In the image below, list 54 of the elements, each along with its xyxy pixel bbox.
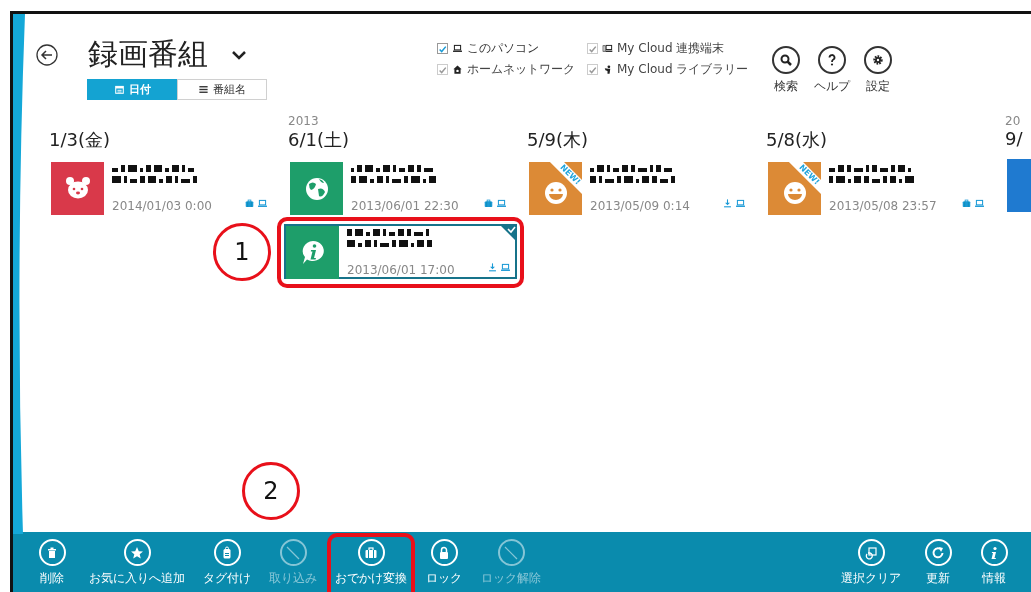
date-heading: 1/3(金) bbox=[49, 128, 111, 152]
year-label: 2013 bbox=[288, 114, 319, 128]
briefcase-icon bbox=[961, 198, 972, 209]
house-icon bbox=[452, 64, 463, 75]
briefcase-button[interactable]: おでかけ変換 bbox=[331, 539, 411, 587]
download-icon bbox=[722, 198, 733, 209]
laptop-icon bbox=[735, 198, 746, 209]
check-icon bbox=[499, 224, 517, 242]
info-button[interactable]: 情報 bbox=[971, 539, 1017, 587]
figure-icon bbox=[602, 64, 613, 75]
sort-tab[interactable]: 番組名 bbox=[177, 79, 267, 100]
briefcase-icon bbox=[244, 198, 255, 209]
date-heading: 6/1(土) bbox=[288, 128, 350, 152]
callout-number: 1 bbox=[213, 223, 271, 281]
laptop-phone-icon bbox=[602, 43, 613, 54]
date-heading: 9/ bbox=[1005, 128, 1024, 149]
undo-square-icon bbox=[863, 544, 879, 561]
date-heading: 5/9(木) bbox=[527, 128, 589, 152]
tag-button[interactable]: タグ付け bbox=[199, 539, 255, 587]
lock-button[interactable]: ロック bbox=[421, 539, 467, 587]
help-button[interactable]: ヘルプ bbox=[814, 46, 851, 95]
laptop-icon bbox=[496, 198, 507, 209]
source-label: My Cloud ライブラリー bbox=[617, 61, 749, 78]
briefcase-icon bbox=[363, 544, 379, 561]
trash-button[interactable]: 削除 bbox=[29, 539, 75, 587]
recording-date: 2013/05/09 0:14 bbox=[590, 199, 690, 213]
recording-date: 2013/06/01 22:30 bbox=[351, 199, 459, 213]
laptop-icon bbox=[257, 198, 268, 209]
source-label: My Cloud 連携端末 bbox=[617, 40, 725, 57]
download-icon bbox=[487, 262, 498, 273]
briefcase-icon bbox=[483, 198, 494, 209]
recording-date: 2014/01/03 0:00 bbox=[112, 199, 212, 213]
clear-button[interactable]: 選択クリア bbox=[837, 539, 905, 587]
year-label: 20 bbox=[1005, 114, 1021, 128]
source-label: このパソコン bbox=[467, 40, 539, 57]
source-checkbox[interactable] bbox=[437, 43, 448, 54]
page-title: 録画番組 bbox=[88, 35, 208, 73]
recording-date: 2013/05/08 23:57 bbox=[829, 199, 937, 213]
star-button[interactable]: お気に入りへ追加 bbox=[85, 539, 189, 587]
refresh-button[interactable]: 更新 bbox=[915, 539, 961, 587]
sort-tab[interactable]: 日付 bbox=[87, 79, 177, 100]
callout-number: 2 bbox=[242, 462, 300, 520]
back-button[interactable] bbox=[36, 43, 58, 66]
laptop-icon bbox=[974, 198, 985, 209]
recording-date: 2013/06/01 17:00 bbox=[347, 263, 455, 277]
date-heading: 5/8(水) bbox=[766, 128, 828, 152]
chevron-down-icon[interactable] bbox=[230, 48, 248, 61]
list-icon bbox=[198, 84, 209, 95]
calendar-icon bbox=[113, 84, 125, 95]
laptop-icon bbox=[452, 43, 463, 54]
source-label: ホームネットワーク bbox=[467, 61, 575, 78]
laptop-icon bbox=[500, 262, 511, 273]
recording-tile[interactable]: 2013/06/01 17:00 bbox=[284, 224, 517, 279]
refresh-icon bbox=[930, 544, 946, 561]
